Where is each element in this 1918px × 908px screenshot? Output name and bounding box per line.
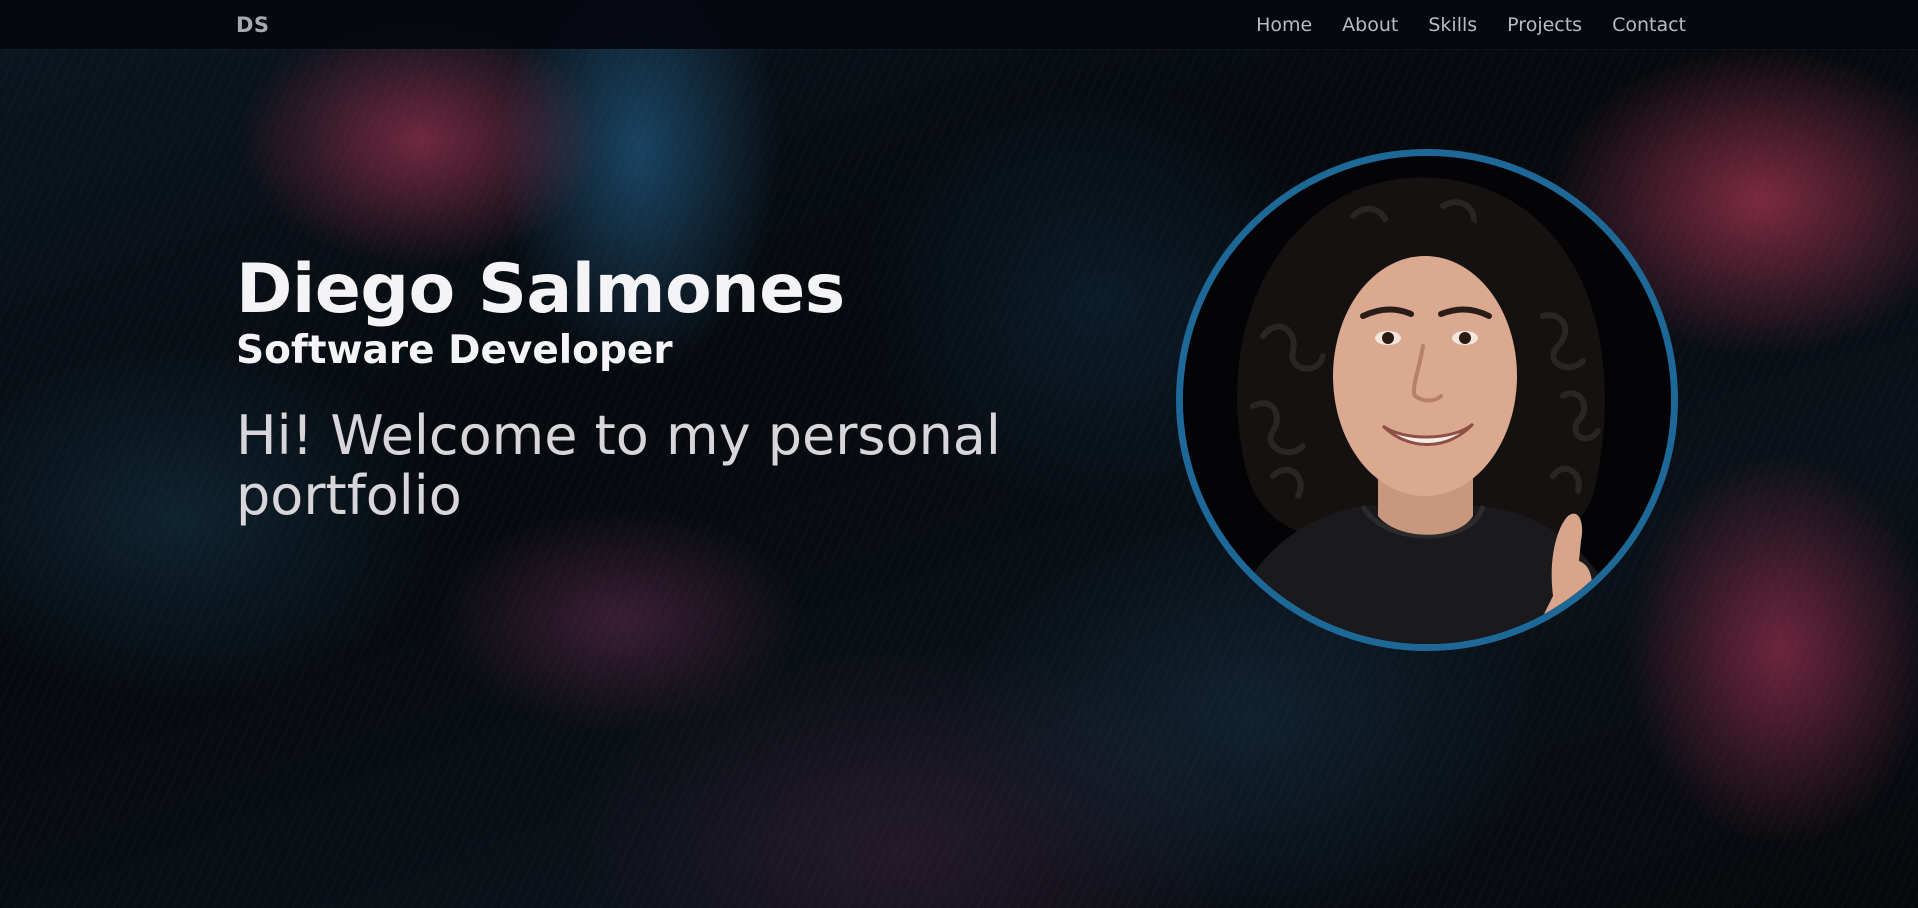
nav-link-home[interactable]: Home: [1256, 14, 1312, 36]
navbar: DS Home About Skills Projects Contact: [0, 0, 1918, 49]
hero-name: Diego Salmones: [236, 250, 845, 329]
nav-link-about[interactable]: About: [1342, 14, 1398, 36]
hero-section: Diego Salmones Software Developer Hi! We…: [236, 250, 1056, 526]
profile-portrait-illustration: [1183, 156, 1671, 644]
nav-links: Home About Skills Projects Contact: [1256, 14, 1686, 36]
hero-welcome-text: Hi! Welcome to my personal portfolio: [236, 404, 1001, 527]
nav-link-skills[interactable]: Skills: [1428, 14, 1477, 36]
nav-link-contact[interactable]: Contact: [1612, 14, 1686, 36]
portfolio-page: DS Home About Skills Projects Contact Di…: [0, 0, 1918, 908]
profile-photo: [1176, 149, 1678, 651]
nav-link-projects[interactable]: Projects: [1507, 14, 1582, 36]
hero-role: Software Developer: [236, 328, 673, 373]
site-logo[interactable]: DS: [236, 13, 270, 37]
